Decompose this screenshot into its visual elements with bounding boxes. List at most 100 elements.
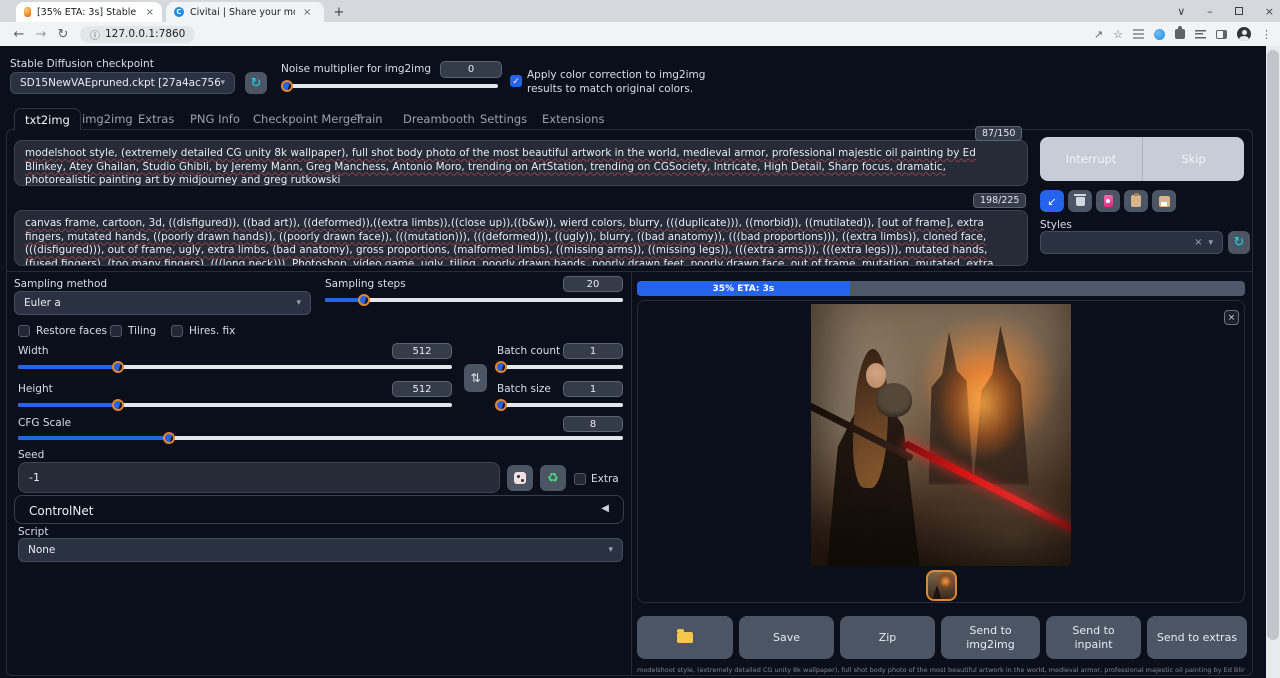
- site-info-icon[interactable]: ⓘ: [90, 27, 100, 42]
- controlnet-accordion[interactable]: ControlNet ◀: [14, 495, 624, 524]
- zip-button[interactable]: Zip: [840, 616, 935, 659]
- seed-input[interactable]: -1: [18, 462, 500, 493]
- generated-image[interactable]: [811, 304, 1071, 566]
- gallery-thumbnail-selected[interactable]: [926, 570, 957, 601]
- restore-faces-checkbox[interactable]: [18, 325, 30, 337]
- reuse-seed-button[interactable]: ♻: [540, 465, 566, 491]
- gallery-close-button[interactable]: ×: [1224, 310, 1239, 325]
- script-dropdown[interactable]: None ▾: [18, 538, 623, 562]
- tiling-checkbox[interactable]: [110, 325, 122, 337]
- slider-track: [281, 84, 498, 88]
- random-seed-button[interactable]: [507, 465, 533, 491]
- slider-thumb[interactable]: [112, 361, 124, 373]
- extra-seed-checkbox[interactable]: [574, 473, 586, 485]
- batch-size-slider[interactable]: [495, 399, 623, 411]
- slider-thumb[interactable]: [281, 80, 293, 92]
- send-to-inpaint-button[interactable]: Send to inpaint: [1046, 616, 1141, 659]
- tab-settings[interactable]: Settings: [470, 108, 537, 130]
- styles-dropdown[interactable]: × ▾: [1040, 231, 1223, 254]
- send-to-img2img-button[interactable]: Send to img2img: [941, 616, 1040, 659]
- chevron-down-icon: ▾: [1208, 238, 1213, 248]
- tab-close-icon[interactable]: ×: [146, 7, 154, 18]
- negative-token-counter: 198/225: [973, 193, 1026, 208]
- save-style-button[interactable]: [1152, 190, 1176, 212]
- window-minimize-icon[interactable]: –: [1207, 5, 1213, 18]
- width-value[interactable]: 512: [392, 343, 452, 359]
- generation-progress-bar: 35% ETA: 3s: [637, 281, 1245, 296]
- window-maximize-icon[interactable]: [1235, 7, 1243, 15]
- url-text: 127.0.0.1:7860: [105, 28, 185, 40]
- back-icon[interactable]: ←: [8, 27, 30, 42]
- share-icon[interactable]: ↗: [1094, 28, 1103, 41]
- tab-txt2img[interactable]: txt2img: [14, 108, 81, 130]
- extension-blue-icon[interactable]: [1154, 29, 1165, 40]
- sampling-steps-value[interactable]: 20: [563, 276, 623, 292]
- extra-networks-button[interactable]: [1096, 190, 1120, 212]
- height-slider[interactable]: [18, 399, 452, 411]
- clear-prompt-button[interactable]: [1068, 190, 1092, 212]
- window-chevron-icon[interactable]: ∨: [1177, 5, 1185, 18]
- page-scrollbar[interactable]: [1266, 46, 1280, 678]
- slider-thumb[interactable]: [163, 432, 175, 444]
- image-vignette: [811, 304, 1071, 566]
- save-button[interactable]: Save: [739, 616, 834, 659]
- interrupt-button[interactable]: Interrupt: [1040, 137, 1143, 181]
- clear-styles-icon[interactable]: ×: [1194, 237, 1202, 248]
- tab-close-icon[interactable]: ×: [303, 7, 311, 18]
- tab-png-info[interactable]: PNG Info: [180, 108, 250, 130]
- forward-icon[interactable]: →: [30, 27, 52, 42]
- send-to-extras-button[interactable]: Send to extras: [1147, 616, 1247, 659]
- paste-generation-params-button[interactable]: ↙: [1040, 190, 1064, 212]
- address-bar[interactable]: ⓘ 127.0.0.1:7860: [80, 26, 195, 43]
- browser-menu-icon[interactable]: ⋮: [1261, 28, 1272, 41]
- slider-thumb[interactable]: [112, 399, 124, 411]
- checkpoint-dropdown[interactable]: SD15NewVAEpruned.ckpt [27a4ac756c] ▾: [10, 72, 235, 94]
- sampling-method-dropdown[interactable]: Euler a ▾: [14, 291, 311, 315]
- refresh-icon: ↻: [1234, 235, 1245, 250]
- prompt-textarea[interactable]: modelshoot style, (extremely detailed CG…: [14, 140, 1028, 186]
- browser-tab-civitai[interactable]: C Civitai | Share your models ×: [166, 2, 324, 22]
- extensions-puzzle-icon[interactable]: [1175, 29, 1185, 39]
- batch-count-value[interactable]: 1: [563, 343, 623, 359]
- skip-button[interactable]: Skip: [1143, 137, 1244, 181]
- tab-extensions[interactable]: Extensions: [532, 108, 614, 130]
- new-tab-button[interactable]: +: [330, 3, 348, 21]
- height-value[interactable]: 512: [392, 381, 452, 397]
- window-controls: ∨ – ×: [1177, 0, 1274, 22]
- reload-icon[interactable]: ↻: [52, 27, 74, 42]
- negative-prompt-textarea[interactable]: canvas frame, cartoon, 3d, ((disfigured)…: [14, 210, 1028, 266]
- reading-list-icon[interactable]: [1195, 30, 1206, 39]
- styles-refresh-button[interactable]: ↻: [1228, 231, 1250, 254]
- batch-count-slider[interactable]: [495, 361, 623, 373]
- noise-multiplier-slider[interactable]: [281, 80, 498, 92]
- scrollbar-thumb[interactable]: [1267, 50, 1279, 640]
- checkpoint-refresh-button[interactable]: ↻: [245, 72, 267, 94]
- bookmark-star-icon[interactable]: ☆: [1113, 28, 1123, 41]
- recycle-icon: ♻: [547, 471, 559, 486]
- paste-icon: ↙: [1047, 195, 1056, 208]
- slider-thumb[interactable]: [358, 294, 370, 306]
- width-slider[interactable]: [18, 361, 452, 373]
- open-folder-button[interactable]: [637, 616, 733, 659]
- cfg-scale-value[interactable]: 8: [563, 416, 623, 432]
- browser-tab-active[interactable]: [35% ETA: 3s] Stable Diffusion ×: [16, 2, 162, 22]
- swap-dimensions-button[interactable]: ⇅: [464, 364, 487, 392]
- hires-fix-checkbox[interactable]: [171, 325, 183, 337]
- batch-size-value[interactable]: 1: [563, 381, 623, 397]
- extension-grid-icon[interactable]: [1133, 29, 1144, 39]
- slider-thumb[interactable]: [495, 399, 507, 411]
- refresh-icon: ↻: [251, 76, 262, 91]
- sampling-steps-slider[interactable]: [325, 294, 623, 306]
- divider-vertical: [631, 272, 632, 675]
- tab-extras[interactable]: Extras: [128, 108, 184, 130]
- window-close-icon[interactable]: ×: [1265, 5, 1274, 18]
- side-panel-icon[interactable]: [1216, 30, 1227, 39]
- divider-horizontal: [7, 271, 1252, 272]
- apply-style-button[interactable]: [1124, 190, 1148, 212]
- slider-thumb[interactable]: [495, 361, 507, 373]
- profile-avatar[interactable]: [1237, 27, 1251, 41]
- color-correction-checkbox[interactable]: ✓: [510, 75, 522, 87]
- cfg-scale-slider[interactable]: [18, 432, 623, 444]
- tab-train[interactable]: Train: [345, 108, 393, 130]
- noise-multiplier-value[interactable]: 0: [440, 61, 502, 78]
